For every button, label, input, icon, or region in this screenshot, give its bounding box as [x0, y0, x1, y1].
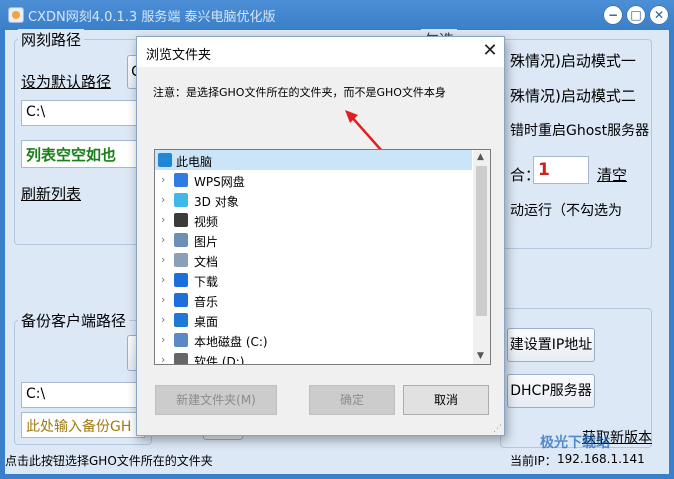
expand-chevron-icon[interactable]: ›: [161, 353, 165, 364]
picture-icon: [174, 233, 188, 247]
set-default-path-link[interactable]: 设为默认路径: [21, 71, 111, 92]
dialog-body: 注意：是选择GHO文件所在的文件夹，而不是GHO文件本身 此电脑 › WPS网盘 ›…: [137, 67, 504, 435]
dialog-close-button[interactable]: ✕: [477, 39, 503, 63]
expand-chevron-icon[interactable]: ›: [161, 193, 165, 206]
backup-name-input[interactable]: 此处输入备份GH: [21, 412, 145, 438]
option-restart-ghost[interactable]: 错时重启Ghost服务器: [510, 120, 649, 140]
tree-item-label: 3D 对象: [194, 195, 239, 209]
dialog-note: 注意：是选择GHO文件所在的文件夹，而不是GHO文件本身: [153, 86, 446, 99]
tree-item-label: 视频: [194, 215, 219, 229]
dhcp-server-button[interactable]: DHCP服务器: [507, 374, 595, 408]
tree-item[interactable]: › 桌面: [155, 310, 472, 330]
computer-icon: [158, 153, 172, 167]
set-ip-button[interactable]: 建设置IP地址: [507, 328, 595, 362]
film-icon: [174, 213, 188, 227]
expand-chevron-icon[interactable]: ›: [161, 213, 165, 226]
clear-link[interactable]: 清空: [597, 164, 627, 185]
tree-item-label: 音乐: [194, 295, 219, 309]
ok-button[interactable]: 确定: [309, 385, 395, 415]
tree-item[interactable]: › 文档: [155, 250, 472, 270]
drive-icon: [174, 353, 188, 364]
close-button[interactable]: ✕: [649, 5, 669, 25]
dialog-title: 浏览文件夹: [146, 48, 212, 63]
tree-item[interactable]: › 图片: [155, 230, 472, 250]
expand-chevron-icon[interactable]: ›: [161, 253, 165, 266]
backup-group-title: 备份客户端路径: [18, 310, 130, 331]
backup-path-field[interactable]: C:\: [21, 382, 145, 408]
path-group-title: 网刻路径: [18, 29, 85, 50]
watermark-logo: 极光下载站: [540, 435, 610, 451]
option-boot-mode-1[interactable]: 殊情况)启动模式一: [510, 50, 636, 71]
scroll-thumb[interactable]: [476, 166, 487, 316]
tree-item[interactable]: › 音乐: [155, 290, 472, 310]
scroll-up-arrow-icon[interactable]: ▲: [477, 152, 484, 162]
tree-item-label: 图片: [194, 235, 219, 249]
resize-grip-icon[interactable]: ⋰: [493, 424, 502, 434]
tree-scrollbar[interactable]: ▲ ▼: [473, 150, 490, 364]
tree-item[interactable]: › 3D 对象: [155, 190, 472, 210]
tree-item[interactable]: › WPS网盘: [155, 170, 472, 190]
current-ip-value: 192.168.1.141: [557, 452, 645, 466]
image-list-box[interactable]: 列表空空如也: [21, 140, 145, 168]
desktop-icon: [174, 313, 188, 327]
document-icon: [174, 253, 188, 267]
tree-item-label: WPS网盘: [194, 175, 245, 189]
browse-folder-dialog: 浏览文件夹 ✕ 注意：是选择GHO文件所在的文件夹，而不是GHO文件本身 此电脑…: [136, 36, 505, 436]
title-bar[interactable]: CXDN网刻4.0.1.3 服务端 泰兴电脑优化版 − □ ✕: [0, 0, 674, 30]
folder-tree[interactable]: 此电脑 › WPS网盘 › 3D 对象 › 视频 › 图片 › 文档 › 下载 › 音乐 › 桌面 › 本地磁盘 …: [154, 149, 491, 365]
new-folder-button[interactable]: 新建文件夹(M): [155, 385, 277, 415]
maximize-button[interactable]: □: [626, 5, 646, 25]
gho-path-field[interactable]: C:\: [21, 100, 145, 126]
tree-item[interactable]: › 视频: [155, 210, 472, 230]
tree-item-label: 桌面: [194, 315, 219, 329]
tree-item-label: 文档: [194, 255, 219, 269]
refresh-list-link[interactable]: 刷新列表: [21, 183, 81, 204]
tree-item-label: 下载: [194, 275, 219, 289]
tree-item[interactable]: › 软件 (D:): [155, 350, 472, 365]
windows-drive-icon: [174, 333, 188, 347]
tree-item-label: 此电脑: [176, 155, 213, 169]
music-note-icon: [174, 293, 188, 307]
option-boot-mode-2[interactable]: 殊情况)启动模式二: [510, 85, 636, 106]
count-input[interactable]: 1: [533, 156, 589, 184]
tree-item[interactable]: › 下载: [155, 270, 472, 290]
cube-icon: [174, 193, 188, 207]
autorun-option[interactable]: 动运行（不勾选为: [510, 200, 622, 220]
download-arrow-icon: [174, 273, 188, 287]
app-logo-icon: [8, 7, 24, 23]
scroll-down-arrow-icon[interactable]: ▼: [477, 351, 484, 361]
cancel-button[interactable]: 取消: [403, 385, 489, 415]
minimize-button[interactable]: −: [603, 5, 623, 25]
expand-chevron-icon[interactable]: ›: [161, 273, 165, 286]
expand-chevron-icon[interactable]: ›: [161, 233, 165, 246]
expand-chevron-icon[interactable]: ›: [161, 333, 165, 346]
current-ip-label: 当前IP：: [510, 454, 557, 468]
window-title: CXDN网刻4.0.1.3 服务端 泰兴电脑优化版: [28, 10, 276, 25]
cloud-icon: [174, 173, 188, 187]
tree-item[interactable]: › 本地磁盘 (C:): [155, 330, 472, 350]
status-hint: 点击此按钮选择GHO文件所在的文件夹: [5, 454, 213, 468]
tree-item-label: 软件 (D:): [194, 355, 245, 365]
tree-item-this-pc[interactable]: 此电脑: [155, 150, 472, 170]
expand-chevron-icon[interactable]: ›: [161, 293, 165, 306]
tree-item-label: 本地磁盘 (C:): [194, 335, 268, 349]
expand-chevron-icon[interactable]: ›: [161, 313, 165, 326]
expand-chevron-icon[interactable]: ›: [161, 173, 165, 186]
